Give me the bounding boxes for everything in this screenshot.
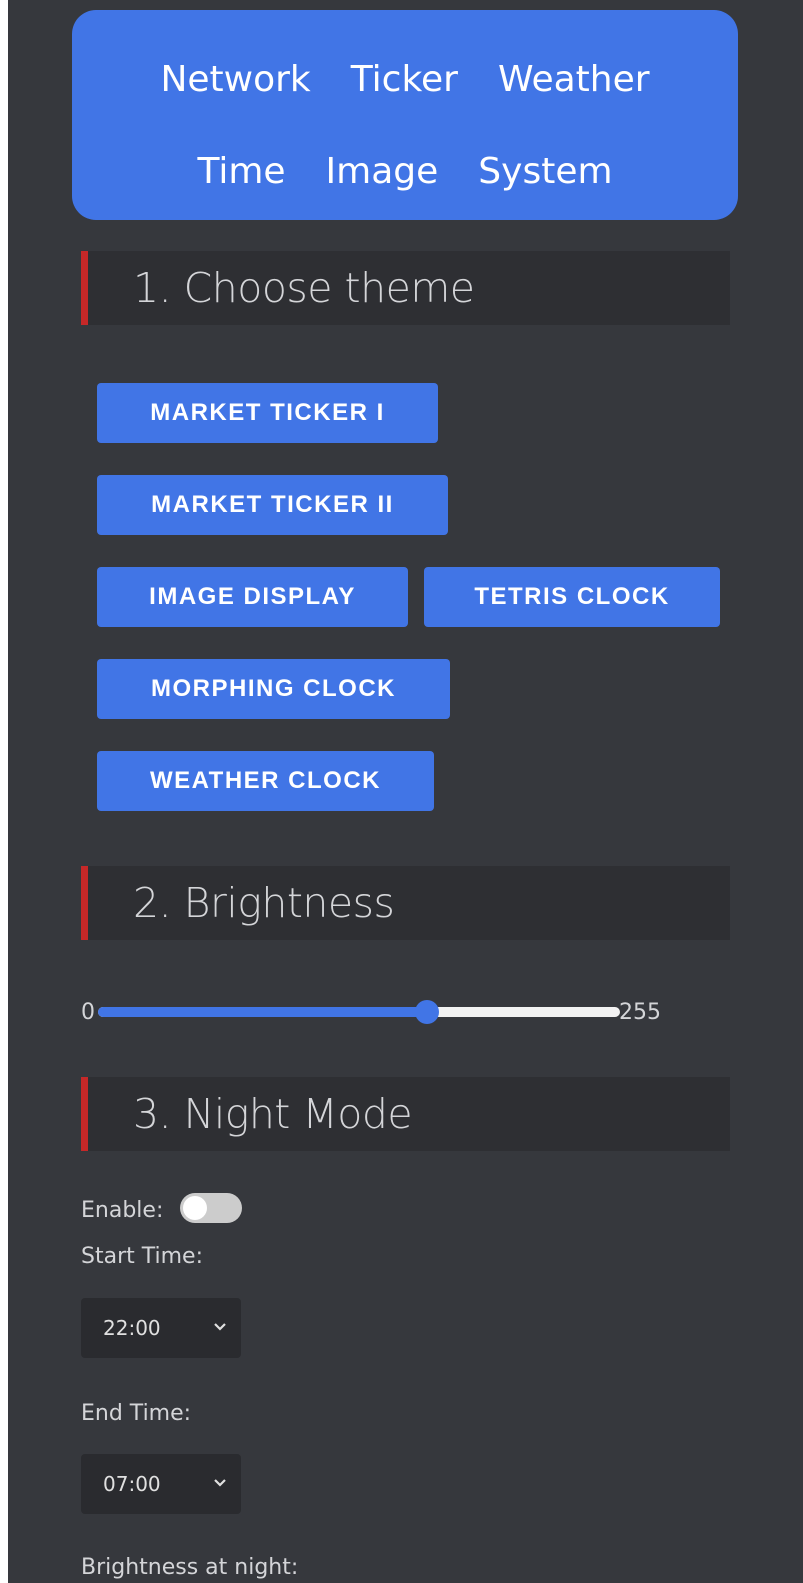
end-time-select[interactable]: 07:00 <box>81 1454 241 1514</box>
night-brightness-label: Brightness at night: <box>81 1555 299 1580</box>
theme-button-weather-clock[interactable]: WEATHER CLOCK <box>97 751 434 811</box>
select-value: 22:00 <box>103 1316 161 1340</box>
nav-row-2: Time Image System <box>72 150 738 194</box>
slider-fill <box>98 1007 427 1017</box>
nav-row-1: Network Ticker Weather <box>72 58 738 102</box>
section-header-theme: 1. Choose theme <box>81 251 730 325</box>
start-time-label: Start Time: <box>81 1244 203 1269</box>
nav-link-time[interactable]: Time <box>197 150 285 194</box>
section-accent-bar <box>81 251 88 325</box>
nav-link-weather[interactable]: Weather <box>498 58 650 102</box>
nav-card: Network Ticker Weather Time Image System <box>72 10 738 220</box>
select-value: 07:00 <box>103 1472 161 1496</box>
slider-min-label: 0 <box>81 1000 95 1025</box>
theme-button-image-display[interactable]: IMAGE DISPLAY <box>97 567 408 627</box>
slider-max-label: 255 <box>619 1000 661 1025</box>
toggle-knob <box>183 1196 207 1220</box>
brightness-slider[interactable] <box>98 1000 620 1024</box>
nav-link-image[interactable]: Image <box>326 150 439 194</box>
end-time-label: End Time: <box>81 1401 192 1426</box>
chevron-down-icon <box>214 1479 226 1487</box>
section-header-brightness: 2. Brightness <box>81 866 730 940</box>
section-title: 3. Night Mode <box>133 1090 413 1138</box>
theme-button-market-ticker-2[interactable]: MARKET TICKER II <box>97 475 448 535</box>
section-title: 2. Brightness <box>133 879 395 927</box>
start-time-select[interactable]: 22:00 <box>81 1298 241 1358</box>
section-title: 1. Choose theme <box>133 264 475 312</box>
theme-button-morphing-clock[interactable]: MORPHING CLOCK <box>97 659 450 719</box>
section-accent-bar <box>81 866 88 940</box>
enable-label: Enable: <box>81 1198 164 1223</box>
chevron-down-icon <box>214 1323 226 1331</box>
section-header-night-mode: 3. Night Mode <box>81 1077 730 1151</box>
theme-button-market-ticker-1[interactable]: MARKET TICKER I <box>97 383 438 443</box>
section-accent-bar <box>81 1077 88 1151</box>
settings-page: Network Ticker Weather Time Image System… <box>8 0 803 1583</box>
nav-link-ticker[interactable]: Ticker <box>351 58 458 102</box>
theme-button-tetris-clock[interactable]: TETRIS CLOCK <box>424 567 720 627</box>
night-mode-toggle[interactable] <box>180 1193 242 1223</box>
nav-link-network[interactable]: Network <box>160 58 310 102</box>
slider-thumb[interactable] <box>414 1000 439 1024</box>
nav-link-system[interactable]: System <box>478 150 612 194</box>
